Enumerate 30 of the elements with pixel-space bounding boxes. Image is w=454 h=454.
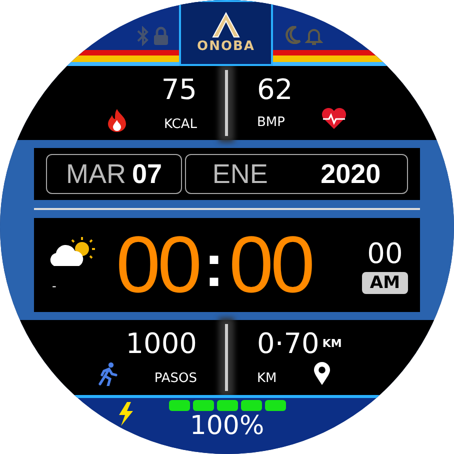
stat-unit: KCAL [164, 117, 197, 132]
stat-unit: PASOS [154, 371, 197, 386]
bell-icon [305, 26, 323, 46]
logo-text: ONOBA [197, 39, 255, 54]
location-pin-icon [312, 362, 331, 386]
battery-percent: 100% [190, 411, 264, 441]
stat-value: 0·70$^{KM}$ [257, 328, 342, 360]
month: ENE [212, 158, 268, 190]
logo-mark-icon [211, 12, 241, 38]
stat-value: 1000 [126, 328, 197, 360]
stat-unit: KM [257, 371, 277, 386]
weekday: MAR [66, 158, 126, 190]
bluetooth-icon [137, 26, 149, 46]
stat-value: 75 [161, 74, 197, 106]
stat-value: 62 [257, 74, 293, 106]
stat-unit: BMP [257, 115, 285, 130]
lock-icon [153, 26, 169, 46]
time-separator: : [204, 230, 224, 300]
lightning-icon [118, 402, 134, 426]
heart-pulse-icon [320, 108, 347, 130]
minutes: 00 [228, 225, 312, 305]
moon-icon [285, 26, 301, 44]
runner-icon [98, 362, 118, 386]
day: 07 [132, 158, 162, 190]
period-badge: AM [362, 272, 408, 294]
hours: 00 [116, 225, 199, 305]
flame-icon [106, 108, 128, 132]
year: 2020 [320, 158, 381, 190]
seconds: 00 [367, 236, 403, 270]
temperature: - [52, 279, 58, 293]
